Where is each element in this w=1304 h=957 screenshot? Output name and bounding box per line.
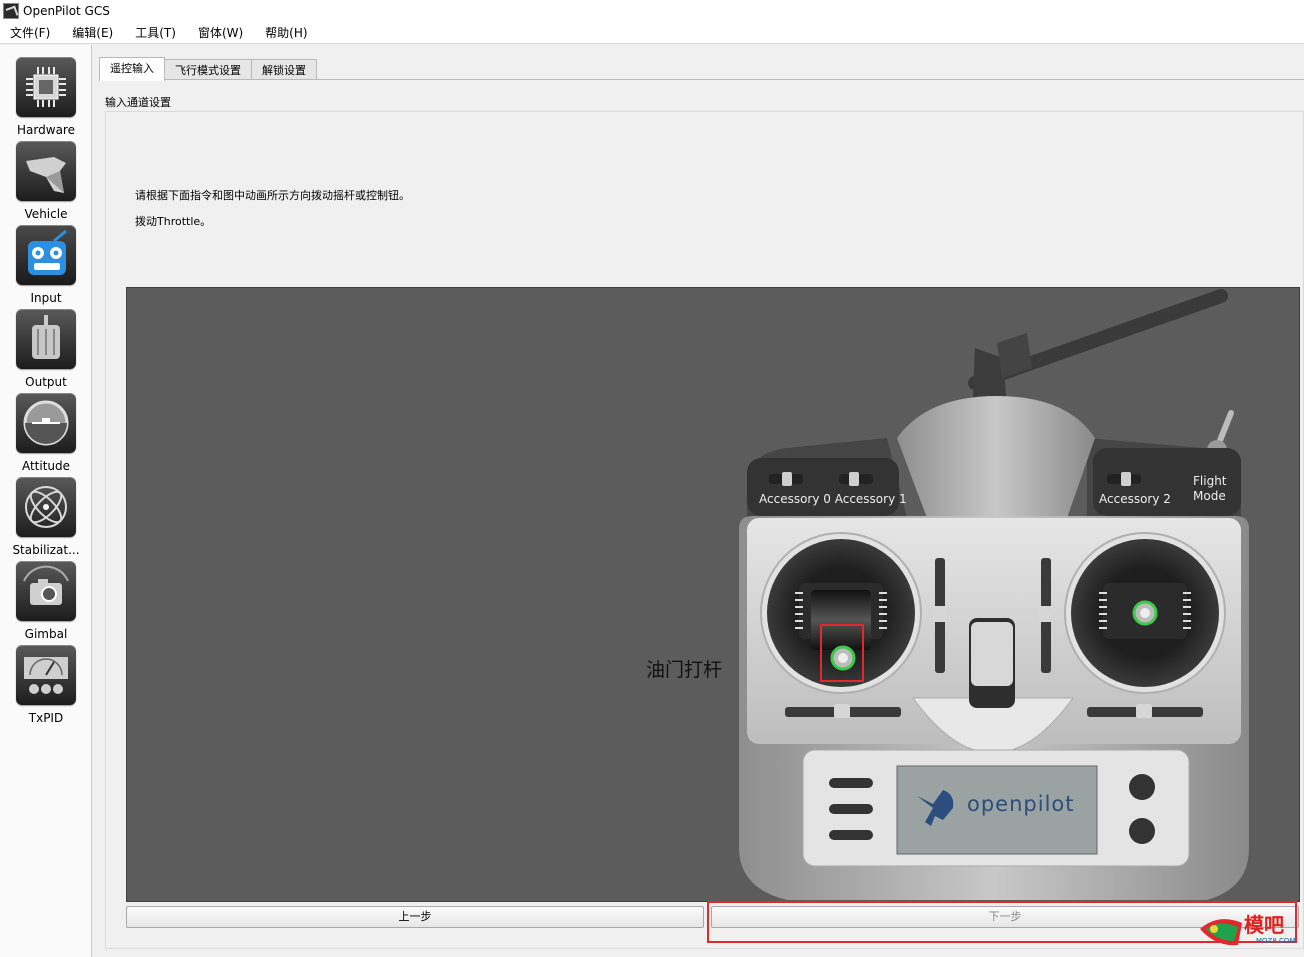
throttle-highlight-box — [820, 624, 864, 682]
app-logo-icon — [3, 3, 19, 19]
gauge-icon — [16, 645, 76, 705]
flight-mode-label-line2: Mode — [1193, 489, 1226, 503]
sidebar-item-gimbal[interactable]: Gimbal — [0, 549, 92, 641]
tab-bar: 遥控输入 飞行模式设置 解锁设置 — [93, 57, 317, 81]
sidebar-item-vehicle[interactable]: Vehicle — [0, 129, 92, 221]
tab-flight-mode[interactable]: 飞行模式设置 — [164, 59, 252, 81]
group-title: 输入通道设置 — [105, 96, 171, 109]
title-bar: OpenPilot GCS — [0, 0, 1304, 22]
instruction-channel: 拨动Throttle。 — [135, 215, 212, 228]
transmitter-illustration — [739, 289, 1249, 900]
watermark-url: MOZ8.COM — [1256, 937, 1296, 945]
instruction-text: 请根据下面指令和图中动画所示方向拨动摇杆或控制钮。 — [135, 189, 410, 202]
switch-label-accessory-0-1: Accessory 0 Accessory 1 — [759, 492, 907, 506]
motor-icon — [16, 309, 76, 369]
sidebar-item-hardware[interactable]: Hardware — [0, 45, 92, 137]
camera-icon — [16, 561, 76, 621]
watermark: 模吧 MOZ8.COM — [1198, 905, 1298, 951]
transmitter-icon — [16, 225, 76, 285]
sidebar-item-label: TxPID — [28, 711, 64, 725]
menu-window[interactable]: 窗体(W) — [194, 22, 247, 43]
tab-rc-input[interactable]: 遥控输入 — [99, 57, 165, 81]
sidebar-item-output[interactable]: Output — [0, 297, 92, 389]
sidebar-item-attitude[interactable]: Attitude — [0, 381, 92, 473]
sidebar-item-stabilization[interactable]: Stabilizat... — [0, 465, 92, 557]
menu-bar: 文件(F) 编辑(E) 工具(T) 窗体(W) 帮助(H) — [0, 22, 1304, 44]
menu-edit[interactable]: 编辑(E) — [68, 22, 117, 43]
mode-sidebar: Hardware Vehicle Input Output Attitude S… — [0, 45, 92, 957]
sidebar-item-input[interactable]: Input — [0, 213, 92, 305]
tab-panel: 输入通道设置 请根据下面指令和图中动画所示方向拨动摇杆或控制钮。 拨动Throt… — [99, 79, 1304, 955]
chip-icon — [16, 57, 76, 117]
transmitter-view: 油门打杆 Accessory 0 Accessory 1 Accessory 2… — [126, 287, 1300, 902]
sidebar-item-txpid[interactable]: TxPID — [0, 633, 92, 725]
flight-mode-label-line1: Flight — [1193, 474, 1227, 488]
switch-label-accessory-2: Accessory 2 — [1099, 492, 1171, 506]
attitude-indicator-icon — [16, 393, 76, 453]
window-title: OpenPilot GCS — [23, 4, 110, 18]
main-area: 遥控输入 飞行模式设置 解锁设置 输入通道设置 请根据下面指令和图中动画所示方向… — [93, 45, 1304, 957]
aircraft-icon — [16, 141, 76, 201]
menu-tools[interactable]: 工具(T) — [131, 22, 180, 43]
gyro-icon — [16, 477, 76, 537]
menu-help[interactable]: 帮助(H) — [261, 22, 311, 43]
watermark-text: 模吧 — [1244, 913, 1284, 937]
menu-file[interactable]: 文件(F) — [6, 22, 54, 43]
tab-arming[interactable]: 解锁设置 — [251, 59, 317, 81]
previous-button[interactable]: 上一步 — [126, 906, 704, 928]
brand-logo: openpilot — [967, 792, 1075, 816]
